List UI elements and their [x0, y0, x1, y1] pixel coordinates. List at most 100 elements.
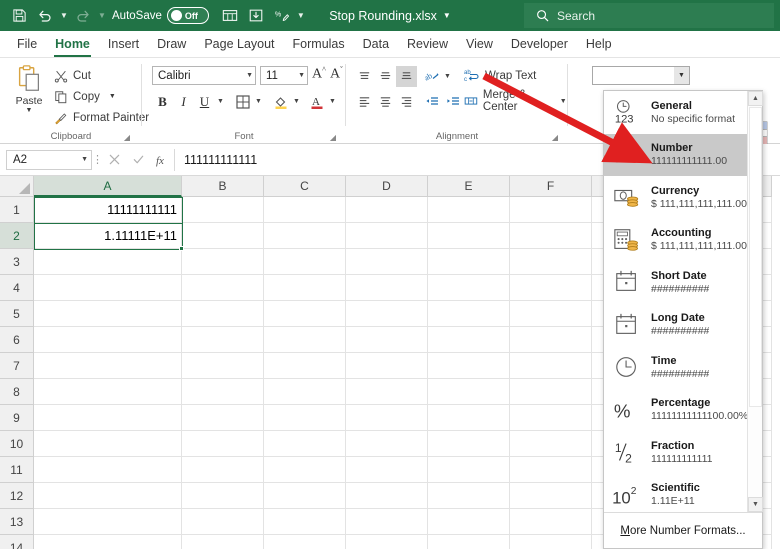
cell-d12[interactable] — [346, 483, 428, 509]
cell-c5[interactable] — [264, 301, 346, 327]
cell-b11[interactable] — [182, 457, 264, 483]
number-format-item-currency[interactable]: Currency $ 111,111,111,111.00 — [604, 176, 747, 219]
row-header-9[interactable]: 9 — [0, 405, 34, 431]
font-color-icon[interactable]: A — [306, 91, 327, 112]
orientation-icon[interactable]: ab — [421, 66, 442, 87]
cell-a5[interactable] — [34, 301, 182, 327]
number-format-item-accounting[interactable]: Accounting $ 111,111,111,111.00 — [604, 219, 747, 262]
row-header-1[interactable]: 1 — [0, 197, 34, 223]
cell-f12[interactable] — [510, 483, 592, 509]
align-bottom-icon[interactable] — [396, 66, 417, 87]
cell-a7[interactable] — [34, 353, 182, 379]
row-header-2[interactable]: 2 — [0, 223, 34, 249]
decrease-indent-icon[interactable] — [421, 91, 442, 112]
cell-c2[interactable] — [264, 223, 346, 249]
cell-c12[interactable] — [264, 483, 346, 509]
cut-button[interactable]: Cut — [54, 66, 91, 85]
cell-c7[interactable] — [264, 353, 346, 379]
number-format-item-percentage[interactable]: % Percentage 11111111111100.00% — [604, 389, 747, 432]
cell-e2[interactable] — [428, 223, 510, 249]
name-box[interactable]: A2 ▼ — [6, 149, 92, 170]
clipboard-dialog-launcher[interactable]: ◢ — [124, 133, 130, 142]
undo-icon[interactable] — [32, 4, 58, 28]
align-right-icon[interactable] — [396, 91, 417, 112]
cell-f3[interactable] — [510, 249, 592, 275]
cell-e8[interactable] — [428, 379, 510, 405]
font-dialog-launcher[interactable]: ◢ — [330, 133, 336, 142]
cell-e10[interactable] — [428, 431, 510, 457]
chevron-down-icon[interactable]: ▼ — [81, 156, 88, 163]
tab-data[interactable]: Data — [354, 33, 398, 56]
tab-draw[interactable]: Draw — [148, 33, 195, 56]
cell-a3[interactable] — [34, 249, 182, 275]
column-header-d[interactable]: D — [346, 176, 428, 197]
cell-a11[interactable] — [34, 457, 182, 483]
cell-f9[interactable] — [510, 405, 592, 431]
cell-a13[interactable] — [34, 509, 182, 535]
font-name-combobox[interactable]: Calibri ▼ — [152, 66, 256, 85]
cell-b12[interactable] — [182, 483, 264, 509]
scrollbar-thumb[interactable] — [749, 107, 762, 407]
cell-c1[interactable] — [264, 197, 346, 223]
copy-caret-icon[interactable]: ▼ — [109, 93, 116, 100]
tab-file[interactable]: File — [8, 33, 46, 56]
table-icon[interactable] — [217, 4, 243, 28]
document-caret-icon[interactable]: ▼ — [443, 11, 451, 20]
cell-d11[interactable] — [346, 457, 428, 483]
tab-developer[interactable]: Developer — [502, 33, 577, 56]
row-header-12[interactable]: 12 — [0, 483, 34, 509]
cell-b7[interactable] — [182, 353, 264, 379]
cell-e3[interactable] — [428, 249, 510, 275]
row-header-14[interactable]: 14 — [0, 535, 34, 549]
cell-f10[interactable] — [510, 431, 592, 457]
italic-button[interactable]: I — [173, 91, 194, 112]
row-header-3[interactable]: 3 — [0, 249, 34, 275]
cell-d3[interactable] — [346, 249, 428, 275]
font-size-combobox[interactable]: 11 ▼ — [260, 66, 308, 85]
cell-f11[interactable] — [510, 457, 592, 483]
row-header-11[interactable]: 11 — [0, 457, 34, 483]
cell-a10[interactable] — [34, 431, 182, 457]
save-icon[interactable] — [6, 4, 32, 28]
cancel-formula-icon[interactable] — [102, 149, 126, 171]
cell-e14[interactable] — [428, 535, 510, 549]
row-header-10[interactable]: 10 — [0, 431, 34, 457]
number-format-item-time[interactable]: Time ########## — [604, 346, 747, 389]
cell-c3[interactable] — [264, 249, 346, 275]
cell-f13[interactable] — [510, 509, 592, 535]
cell-d4[interactable] — [346, 275, 428, 301]
cell-d1[interactable] — [346, 197, 428, 223]
cell-e1[interactable] — [428, 197, 510, 223]
align-left-icon[interactable] — [354, 91, 375, 112]
cell-e12[interactable] — [428, 483, 510, 509]
cell-f4[interactable] — [510, 275, 592, 301]
chevron-down-icon[interactable]: ▼ — [674, 67, 689, 84]
cell-f1[interactable] — [510, 197, 592, 223]
cell-f14[interactable] — [510, 535, 592, 549]
cell-b4[interactable] — [182, 275, 264, 301]
cell-b2[interactable] — [182, 223, 264, 249]
tab-page-layout[interactable]: Page Layout — [195, 33, 283, 56]
cell-d14[interactable] — [346, 535, 428, 549]
more-number-formats-button[interactable]: More Number Formats... — [604, 512, 762, 548]
tab-formulas[interactable]: Formulas — [284, 33, 354, 56]
number-format-item-general[interactable]: 123 General No specific format — [604, 91, 747, 134]
cell-b3[interactable] — [182, 249, 264, 275]
align-center-icon[interactable] — [375, 91, 396, 112]
cell-e5[interactable] — [428, 301, 510, 327]
cell-d9[interactable] — [346, 405, 428, 431]
row-header-5[interactable]: 5 — [0, 301, 34, 327]
cell-c11[interactable] — [264, 457, 346, 483]
tab-insert[interactable]: Insert — [99, 33, 148, 56]
underline-caret-icon[interactable]: ▼ — [215, 91, 226, 112]
cell-b10[interactable] — [182, 431, 264, 457]
column-header-a[interactable]: A — [34, 176, 182, 197]
cell-b9[interactable] — [182, 405, 264, 431]
cell-b5[interactable] — [182, 301, 264, 327]
increase-indent-icon[interactable] — [442, 91, 463, 112]
insert-function-icon[interactable]: fx — [150, 149, 174, 171]
align-middle-icon[interactable] — [375, 66, 396, 87]
cell-d2[interactable] — [346, 223, 428, 249]
cell-a6[interactable] — [34, 327, 182, 353]
format-painter-button[interactable]: Format Painter — [54, 108, 149, 127]
